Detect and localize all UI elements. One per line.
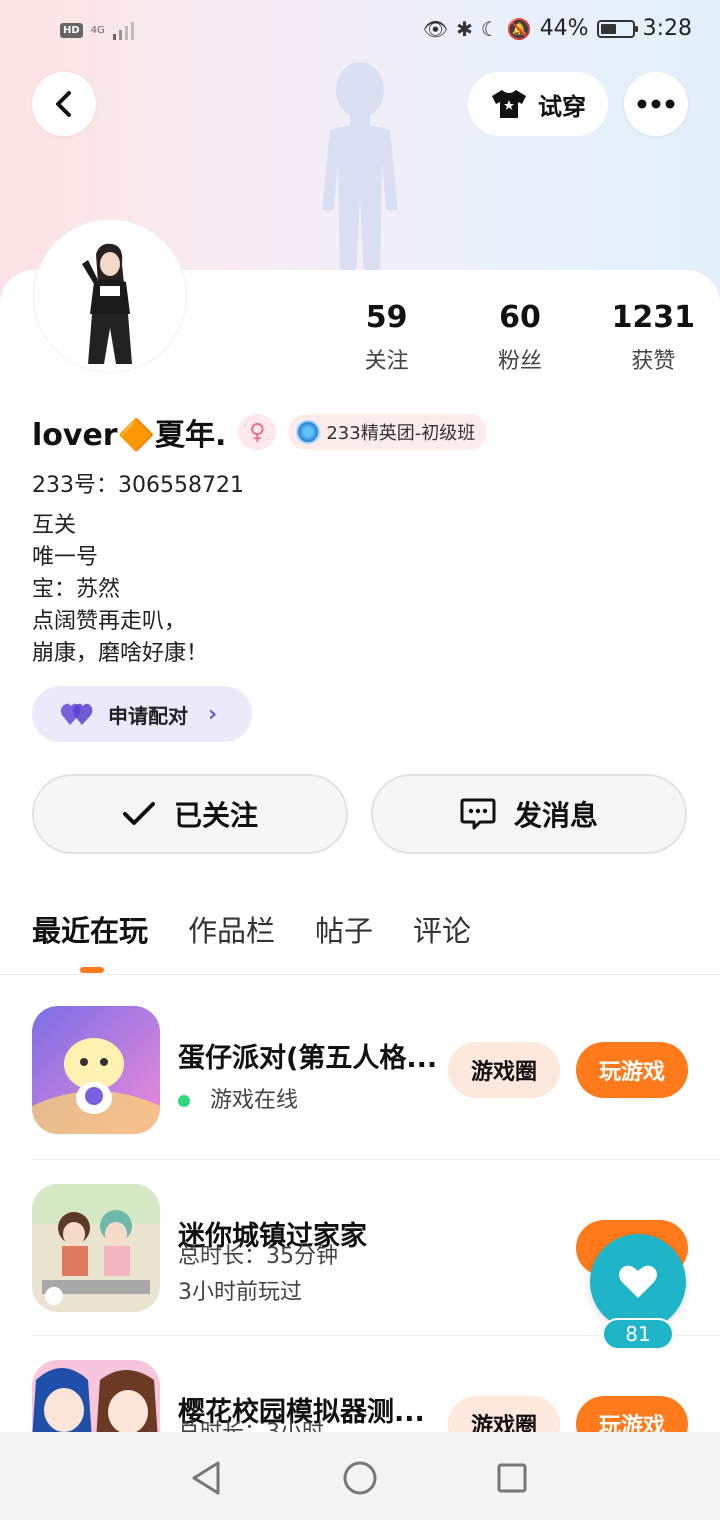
system-nav-bar (0, 1432, 720, 1520)
stat-followers[interactable]: 60 粉丝 (453, 300, 586, 375)
network-type: 4G (90, 24, 105, 36)
game-online-status: 游戏在线 (178, 1082, 298, 1114)
game-duration: 总时长：35分钟 (178, 1244, 338, 1269)
like-count-badge: 81 (602, 1318, 674, 1350)
profile-tabs: 最近在玩 作品栏 帖子 评论 (32, 908, 471, 950)
bluetooth-icon: ✱ (456, 16, 473, 41)
tabs-divider (0, 974, 720, 975)
chevron-right-icon: › (208, 701, 218, 727)
mute-bell-icon: 🔕 (506, 16, 532, 41)
active-tab-indicator (80, 967, 104, 973)
avatar-3d-figure (322, 62, 398, 280)
game-icon-eggy-party[interactable] (32, 1006, 160, 1134)
bio-line: 互关 (32, 513, 77, 538)
bio-line: 崩康，磨啥好康！ (32, 641, 209, 666)
game-row[interactable]: 蛋仔派对(第五人格... 游戏在线 游戏圈 玩游戏 (32, 1006, 688, 1134)
nav-home-button[interactable] (338, 1456, 382, 1500)
game-row[interactable]: 迷你城镇过家家 总时长：35分钟 3小时前玩过 玩 (32, 1184, 688, 1312)
bio: 互关 唯一号 宝：苏然 点阔赞再走叭， 崩康，磨啥好康！ (32, 510, 208, 670)
eggy-party-art (32, 1006, 160, 1134)
stat-likes[interactable]: 1231 获赞 (587, 300, 720, 375)
signal-icon (112, 22, 134, 40)
send-message-button[interactable]: 发消息 (371, 774, 687, 854)
mini-town-art (32, 1184, 160, 1312)
avatar[interactable] (34, 220, 186, 372)
square-recents-icon (497, 1463, 527, 1493)
tshirt-icon (492, 90, 526, 118)
female-gender-icon: ♀ (238, 414, 277, 450)
chat-bubble-icon (460, 798, 496, 830)
row-divider (32, 1159, 720, 1160)
hd-indicator: HD (60, 22, 83, 38)
nickname: lover🔶夏年. (32, 418, 227, 453)
chevron-left-icon (56, 91, 71, 117)
online-status-text: 游戏在线 (210, 1088, 299, 1113)
tab-comments[interactable]: 评论 (413, 908, 471, 950)
triangle-back-icon (192, 1461, 220, 1495)
battery-percent: 44% (539, 16, 589, 41)
followed-button[interactable]: 已关注 (32, 774, 348, 854)
level-badge[interactable]: 233精英团-初级班 (288, 414, 488, 450)
medal-icon (296, 420, 321, 444)
tab-works[interactable]: 作品栏 (188, 908, 275, 950)
nav-recents-button[interactable] (490, 1456, 534, 1500)
more-options-button[interactable] (624, 72, 688, 136)
stat-value: 1231 (611, 300, 696, 335)
tab-recently-played[interactable]: 最近在玩 (32, 908, 148, 950)
send-message-label: 发消息 (513, 799, 598, 832)
bio-line: 点阔赞再走叭， (32, 609, 187, 634)
moon-icon: ☾ (480, 16, 499, 41)
level-badge-label: 233精英团-初级班 (326, 423, 476, 444)
like-fab-button[interactable] (590, 1234, 686, 1330)
game-circle-button[interactable]: 游戏圈 (448, 1042, 560, 1098)
game-title: 蛋仔派对(第五人格... (178, 1043, 438, 1074)
circle-home-icon (343, 1461, 377, 1495)
try-on-label: 试穿 (538, 92, 586, 121)
clock: 3:28 (642, 16, 692, 41)
game-last-played: 3小时前玩过 (178, 1280, 302, 1305)
followed-label: 已关注 (173, 799, 258, 832)
request-pair-button[interactable]: 申请配对 › (32, 686, 252, 742)
stat-label: 获赞 (631, 349, 676, 374)
profile-stats: 59 关注 60 粉丝 1231 获赞 (320, 300, 720, 375)
online-dot-icon (178, 1095, 190, 1107)
battery-icon (596, 19, 638, 38)
stat-following[interactable]: 59 关注 (320, 300, 453, 375)
tab-posts[interactable]: 帖子 (315, 908, 373, 950)
bio-line: 宝：苏然 (32, 577, 121, 602)
request-pair-label: 申请配对 (108, 703, 188, 728)
bio-line: 唯一号 (32, 545, 99, 570)
avatar-figure (38, 224, 182, 368)
double-heart-icon (60, 703, 93, 725)
status-bar: HD 4G 👁 ✱ ☾ 🔕 44% 3:28 (0, 0, 720, 62)
play-game-button[interactable]: 玩游戏 (576, 1042, 688, 1098)
game-icon-mini-town[interactable] (32, 1184, 160, 1312)
try-on-button[interactable]: 试穿 (468, 72, 608, 136)
heart-icon (619, 1265, 657, 1298)
name-row: lover🔶夏年. ♀ 233精英团-初级班 (32, 410, 488, 454)
stat-label: 关注 (364, 349, 409, 374)
more-dots-icon (637, 99, 675, 109)
back-button[interactable] (32, 72, 96, 136)
stat-value: 60 (499, 300, 541, 335)
stat-value: 59 (365, 300, 408, 335)
user-id: 233号：306558721 (32, 473, 244, 498)
checkmark-icon (122, 802, 155, 825)
nav-back-button[interactable] (184, 1456, 228, 1500)
eye-comfort-icon: 👁 (422, 16, 449, 41)
stat-label: 粉丝 (497, 349, 542, 374)
